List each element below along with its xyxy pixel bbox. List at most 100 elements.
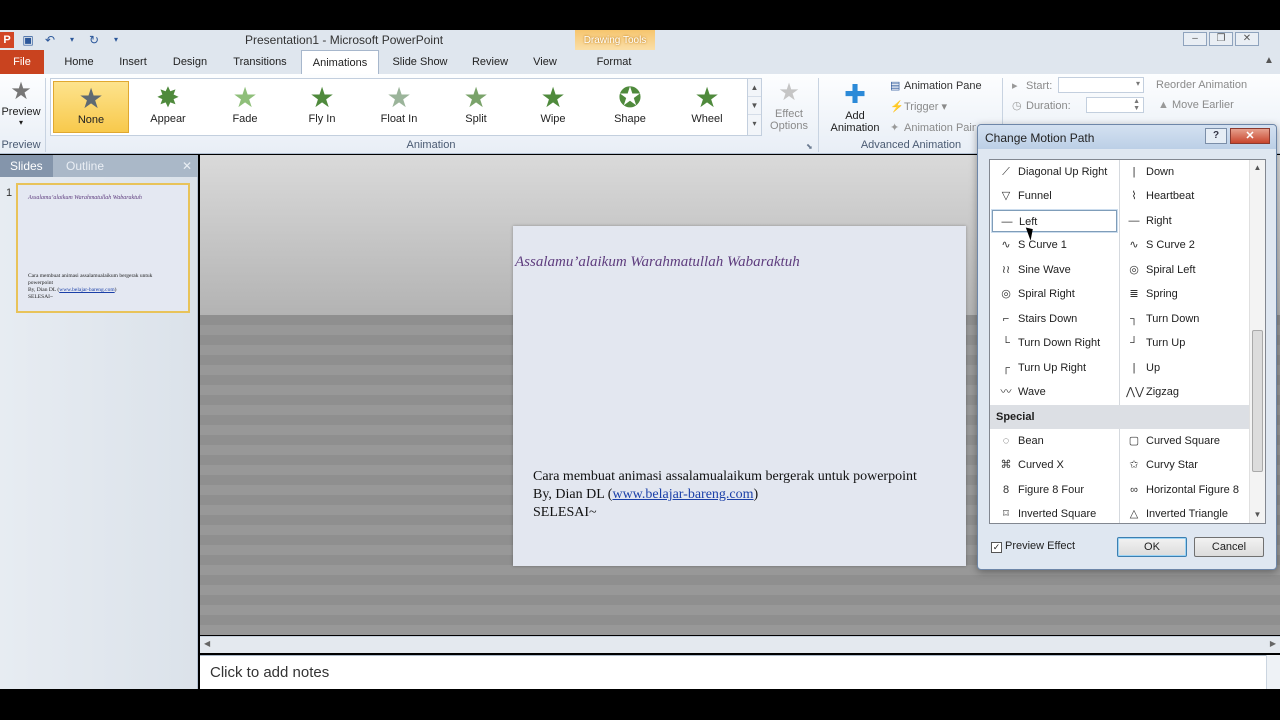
horizontal-line-icon: — bbox=[1001, 216, 1013, 228]
path-s-curve-1[interactable]: ∿ S Curve 1 bbox=[992, 234, 1117, 256]
slide-thumbnail[interactable]: Assalamu’alaikum Warahmatullah Wabaraktu… bbox=[16, 183, 190, 313]
effect-label: Shape bbox=[614, 113, 646, 125]
effect-options-button[interactable]: ★ Effect Options bbox=[766, 78, 812, 132]
expand-gallery-icon[interactable]: ▾ bbox=[748, 115, 761, 133]
path-funnel[interactable]: ▽ Funnel bbox=[992, 185, 1117, 207]
path-curved-x[interactable]: ⌘ Curved X bbox=[992, 454, 1117, 476]
path-right[interactable]: — Right bbox=[1120, 210, 1245, 232]
powerpoint-app-icon[interactable]: P bbox=[0, 32, 14, 48]
scroll-up-icon[interactable]: ▲ bbox=[748, 79, 761, 97]
effect-float-in[interactable]: ★ Float In bbox=[361, 81, 437, 133]
path-down[interactable]: | Down bbox=[1120, 161, 1245, 183]
redo-icon[interactable]: ↻ bbox=[86, 32, 102, 48]
close-pane-icon[interactable]: ✕ bbox=[182, 159, 192, 173]
slide-title[interactable]: Assalamu’alaikum Warahmatullah Wabaraktu… bbox=[515, 254, 800, 271]
path-sine-wave[interactable]: ≀≀ Sine Wave bbox=[992, 259, 1117, 281]
animation-pane-button[interactable]: ▤ Animation Pane bbox=[890, 79, 982, 92]
path-horizontal-figure-8[interactable]: ∞ Horizontal Figure 8 bbox=[1120, 479, 1245, 501]
path-curved-square[interactable]: ▢ Curved Square bbox=[1120, 430, 1245, 452]
tab-format[interactable]: Format bbox=[588, 50, 640, 74]
tab-slides[interactable]: Slides bbox=[0, 155, 53, 177]
save-icon[interactable]: ▣ bbox=[20, 32, 36, 48]
scroll-down-icon[interactable]: ▼ bbox=[1250, 507, 1265, 523]
path-turn-up[interactable]: ┘ Turn Up bbox=[1120, 332, 1245, 354]
preview-button[interactable]: ★ Preview ▾ bbox=[0, 78, 42, 136]
scroll-up-icon[interactable]: ▲ bbox=[1250, 160, 1265, 176]
path-left[interactable]: — Left bbox=[991, 209, 1118, 233]
path-stairs-down[interactable]: ⌐ Stairs Down bbox=[992, 308, 1117, 330]
help-button[interactable]: ? bbox=[1205, 128, 1227, 144]
effect-none[interactable]: ★ None bbox=[53, 81, 129, 133]
horizontal-scrollbar[interactable]: ◀ ▶ bbox=[200, 636, 1280, 653]
dropdown-icon[interactable]: ▾ bbox=[64, 32, 80, 48]
preview-effect-checkbox[interactable]: ✓ Preview Effect bbox=[991, 540, 1075, 553]
restore-icon[interactable]: ❐ bbox=[1209, 32, 1233, 46]
path-bean[interactable]: ◌ Bean bbox=[992, 430, 1117, 452]
move-earlier-button[interactable]: ▲ Move Earlier bbox=[1158, 99, 1234, 111]
effect-shape[interactable]: ✪ Shape bbox=[592, 81, 668, 133]
effect-wipe[interactable]: ★ Wipe bbox=[515, 81, 591, 133]
scroll-thumb[interactable] bbox=[1252, 330, 1263, 472]
effect-split[interactable]: ★ Split bbox=[438, 81, 514, 133]
motion-path-list: ⟋ Diagonal Up Right ▽ Funnel — Left ∿ S Curv… bbox=[989, 159, 1266, 524]
trigger-button[interactable]: ⚡Trigger ▾ bbox=[890, 100, 947, 113]
tab-insert[interactable]: Insert bbox=[110, 50, 156, 74]
path-turn-down-right[interactable]: └ Turn Down Right bbox=[992, 332, 1117, 354]
minimize-ribbon-icon[interactable]: ▲ bbox=[1264, 55, 1274, 66]
scroll-left-icon[interactable]: ◀ bbox=[204, 639, 210, 648]
tab-design[interactable]: Design bbox=[166, 50, 214, 74]
path-turn-up-right[interactable]: ┌ Turn Up Right bbox=[992, 357, 1117, 379]
dialog-launcher-icon[interactable]: ⬊ bbox=[806, 142, 813, 151]
scroll-down-icon[interactable]: ▼ bbox=[748, 97, 761, 115]
path-spiral-right[interactable]: ◎ Spiral Right bbox=[992, 283, 1117, 305]
path-figure-8-four[interactable]: 8 Figure 8 Four bbox=[992, 479, 1117, 501]
undo-icon[interactable]: ↶ bbox=[42, 32, 58, 48]
tab-slide-show[interactable]: Slide Show bbox=[388, 50, 452, 74]
slide-hyperlink[interactable]: www.belajar-bareng.com bbox=[612, 487, 753, 502]
tab-outline[interactable]: Outline bbox=[56, 155, 114, 177]
file-tab[interactable]: File bbox=[0, 50, 44, 74]
path-inverted-square[interactable]: ⌑ Inverted Square bbox=[992, 503, 1117, 523]
path-inverted-triangle[interactable]: △ Inverted Triangle bbox=[1120, 503, 1245, 523]
path-up[interactable]: | Up bbox=[1120, 357, 1245, 379]
customize-qat-icon[interactable]: ▾ bbox=[108, 32, 124, 48]
duration-text: Duration: bbox=[1026, 100, 1071, 112]
effect-fly-in[interactable]: ★ Fly In bbox=[284, 81, 360, 133]
path-curvy-star[interactable]: ✩ Curvy Star bbox=[1120, 454, 1245, 476]
tab-view[interactable]: View bbox=[526, 50, 564, 74]
add-animation-button[interactable]: ✚ Add Animation bbox=[826, 78, 884, 134]
star-icon: ✪ bbox=[618, 82, 642, 113]
path-zigzag[interactable]: ⋀⋁ Zigzag bbox=[1120, 381, 1245, 403]
close-icon[interactable]: ✕ bbox=[1230, 128, 1270, 144]
cancel-button[interactable]: Cancel bbox=[1194, 537, 1264, 557]
path-spiral-left[interactable]: ◎ Spiral Left bbox=[1120, 259, 1245, 281]
path-s-curve-2[interactable]: ∿ S Curve 2 bbox=[1120, 234, 1245, 256]
slide[interactable]: Assalamu’alaikum Warahmatullah Wabaraktu… bbox=[513, 226, 966, 566]
close-icon[interactable]: ✕ bbox=[1235, 32, 1259, 46]
minimize-icon[interactable]: – bbox=[1183, 32, 1207, 46]
scroll-right-icon[interactable]: ▶ bbox=[1270, 639, 1276, 648]
path-wave[interactable]: 〰 Wave bbox=[992, 381, 1117, 403]
path-spring[interactable]: ≣ Spring bbox=[1120, 283, 1245, 305]
effect-appear[interactable]: ✸ Appear bbox=[130, 81, 206, 133]
start-dropdown[interactable]: ▾ bbox=[1058, 77, 1144, 93]
tab-transitions[interactable]: Transitions bbox=[226, 50, 294, 74]
effect-wheel[interactable]: ★ Wheel bbox=[669, 81, 745, 133]
path-heartbeat[interactable]: ⌇ Heartbeat bbox=[1120, 185, 1245, 207]
path-label: Stairs Down bbox=[1018, 313, 1078, 325]
tab-review[interactable]: Review bbox=[466, 50, 514, 74]
notes-scrollbar[interactable] bbox=[1266, 655, 1280, 689]
animation-painter-button[interactable]: ✦ Animation Painter bbox=[890, 121, 976, 134]
ok-button[interactable]: OK bbox=[1117, 537, 1187, 557]
sine-wave-icon: ≀≀ bbox=[1001, 264, 1011, 276]
path-diagonal-up-right[interactable]: ⟋ Diagonal Up Right bbox=[992, 161, 1117, 183]
tab-home[interactable]: Home bbox=[56, 50, 102, 74]
list-scrollbar[interactable]: ▲ ▼ bbox=[1249, 160, 1265, 523]
notes-pane[interactable]: Click to add notes bbox=[200, 655, 1280, 689]
path-turn-down[interactable]: ┐ Turn Down bbox=[1120, 308, 1245, 330]
duration-spinner[interactable]: ▲ ▼ bbox=[1086, 97, 1144, 113]
slide-body-text[interactable]: Cara membuat animasi assalamualaikum ber… bbox=[533, 468, 943, 522]
tab-animations[interactable]: Animations bbox=[301, 50, 379, 75]
dialog-title-bar[interactable]: Change Motion Path ? ✕ bbox=[978, 125, 1276, 149]
effect-fade[interactable]: ★ Fade bbox=[207, 81, 283, 133]
